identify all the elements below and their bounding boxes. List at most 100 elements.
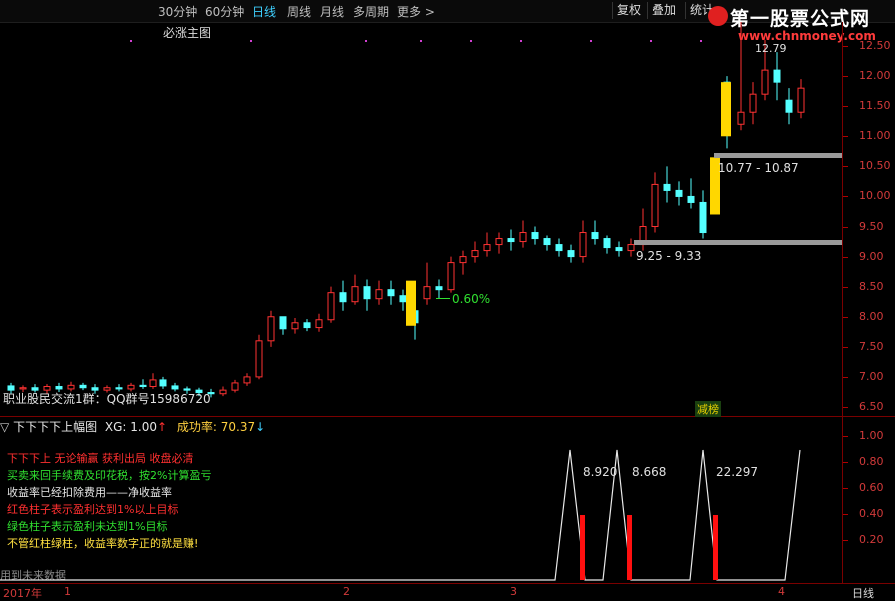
candle-body bbox=[543, 238, 551, 246]
tab-daily[interactable]: 日线 bbox=[252, 3, 276, 20]
lower-range-bar bbox=[634, 240, 842, 245]
candle-body bbox=[159, 379, 167, 387]
price-tick bbox=[843, 256, 848, 258]
profit-bar bbox=[627, 515, 632, 580]
candle-body bbox=[687, 195, 695, 203]
tab-60min[interactable]: 60分钟 bbox=[205, 3, 244, 20]
marker-dot bbox=[470, 40, 472, 42]
pct-arrow bbox=[436, 298, 450, 299]
marker-dot bbox=[700, 40, 702, 42]
price-tick bbox=[843, 76, 848, 78]
indicator-tick-label: 0.60 bbox=[859, 481, 884, 494]
price-tick-label: 8.50 bbox=[859, 279, 884, 293]
candle-body bbox=[423, 286, 431, 300]
candle-body bbox=[399, 295, 407, 303]
tab-multi-period[interactable]: 多周期 bbox=[353, 3, 389, 20]
indicator-tick bbox=[843, 436, 848, 437]
candle-body bbox=[519, 232, 527, 243]
signal-line bbox=[0, 449, 801, 581]
candle-body bbox=[279, 316, 287, 330]
indicator-tick bbox=[843, 488, 848, 489]
candle-body bbox=[363, 286, 371, 300]
candle-body bbox=[19, 387, 27, 390]
panel-divider bbox=[0, 416, 895, 417]
price-tick-label: 12.50 bbox=[859, 39, 891, 53]
candle-body bbox=[139, 384, 147, 388]
lower-range-label: 9.25 - 9.33 bbox=[636, 249, 702, 263]
profit-label-3: 22.297 bbox=[716, 465, 758, 479]
upper-range-bar bbox=[714, 153, 842, 158]
candle-body bbox=[531, 232, 539, 240]
candle-body bbox=[797, 87, 805, 113]
tab-more[interactable]: 更多 > bbox=[397, 3, 435, 20]
price-tick-label: 8.00 bbox=[859, 309, 884, 323]
candle-body bbox=[387, 289, 395, 297]
candle-body bbox=[579, 232, 587, 258]
candle-body bbox=[55, 386, 63, 390]
indicator-tick bbox=[843, 540, 848, 541]
signal-bar bbox=[406, 280, 416, 326]
adjust-button[interactable]: 复权 bbox=[612, 2, 645, 19]
candle-body bbox=[231, 382, 239, 391]
price-tick-label: 7.50 bbox=[859, 339, 884, 353]
overlay-button[interactable]: 叠加 bbox=[647, 2, 680, 19]
group-info-text: 职业股民交流1群：QQ群号15986720 bbox=[3, 392, 211, 406]
price-tick-label: 11.50 bbox=[859, 99, 891, 113]
candle-body bbox=[303, 322, 311, 329]
candle-body bbox=[507, 238, 515, 243]
indicator-tick bbox=[843, 462, 848, 463]
candle-body bbox=[219, 389, 227, 395]
price-tick-label: 10.00 bbox=[859, 189, 891, 203]
candle-body bbox=[627, 244, 635, 252]
price-tick bbox=[843, 196, 848, 198]
candle-body bbox=[651, 183, 659, 228]
candle-body bbox=[749, 93, 757, 113]
candle-body bbox=[255, 340, 263, 378]
candle-body bbox=[483, 244, 491, 252]
candle-body bbox=[471, 250, 479, 258]
price-tick-label: 6.50 bbox=[859, 399, 884, 413]
candle-body bbox=[171, 385, 179, 390]
candle-body bbox=[315, 319, 323, 329]
month-label-3: 3 bbox=[510, 585, 517, 598]
candle-body bbox=[555, 244, 563, 252]
tab-30min[interactable]: 30分钟 bbox=[158, 3, 197, 20]
price-tick bbox=[843, 316, 848, 318]
candle-body bbox=[127, 384, 135, 390]
candle-body bbox=[699, 201, 707, 234]
high-price-label: 12.79 bbox=[755, 42, 787, 55]
candle-body bbox=[351, 286, 359, 303]
marker-dot bbox=[365, 40, 367, 42]
candle-body bbox=[675, 189, 683, 197]
time-axis-divider bbox=[0, 583, 895, 584]
candle-body bbox=[591, 232, 599, 240]
candle-body bbox=[291, 322, 299, 330]
candle-body bbox=[603, 238, 611, 249]
price-tick-label: 9.50 bbox=[859, 219, 884, 233]
marker-dot bbox=[250, 40, 252, 42]
tab-weekly[interactable]: 周线 bbox=[287, 3, 311, 20]
candle-body bbox=[459, 256, 467, 264]
indicator-tick-label: 0.20 bbox=[859, 533, 884, 546]
profit-label-2: 8.668 bbox=[632, 465, 667, 479]
price-tick bbox=[843, 166, 848, 168]
indicator-tick bbox=[843, 514, 848, 515]
indicator-chart[interactable] bbox=[0, 418, 842, 583]
marker-dot bbox=[520, 40, 522, 42]
candle-body bbox=[737, 111, 745, 125]
indicator-tick-label: 0.80 bbox=[859, 455, 884, 468]
time-axis-year: 2017年 bbox=[3, 587, 42, 600]
candle-body bbox=[615, 247, 623, 252]
profit-label-1: 8.920 bbox=[583, 465, 618, 479]
candle-body bbox=[447, 262, 455, 291]
price-tick bbox=[843, 376, 848, 378]
candle-body bbox=[495, 238, 503, 246]
candle-body bbox=[115, 387, 123, 390]
marker-dot bbox=[650, 40, 652, 42]
indicator-tick-label: 0.40 bbox=[859, 507, 884, 520]
candle-body bbox=[435, 286, 443, 291]
tab-monthly[interactable]: 月线 bbox=[320, 3, 344, 20]
marker-dot bbox=[590, 40, 592, 42]
candle-body bbox=[785, 99, 793, 113]
candlestick-chart[interactable] bbox=[0, 22, 842, 416]
